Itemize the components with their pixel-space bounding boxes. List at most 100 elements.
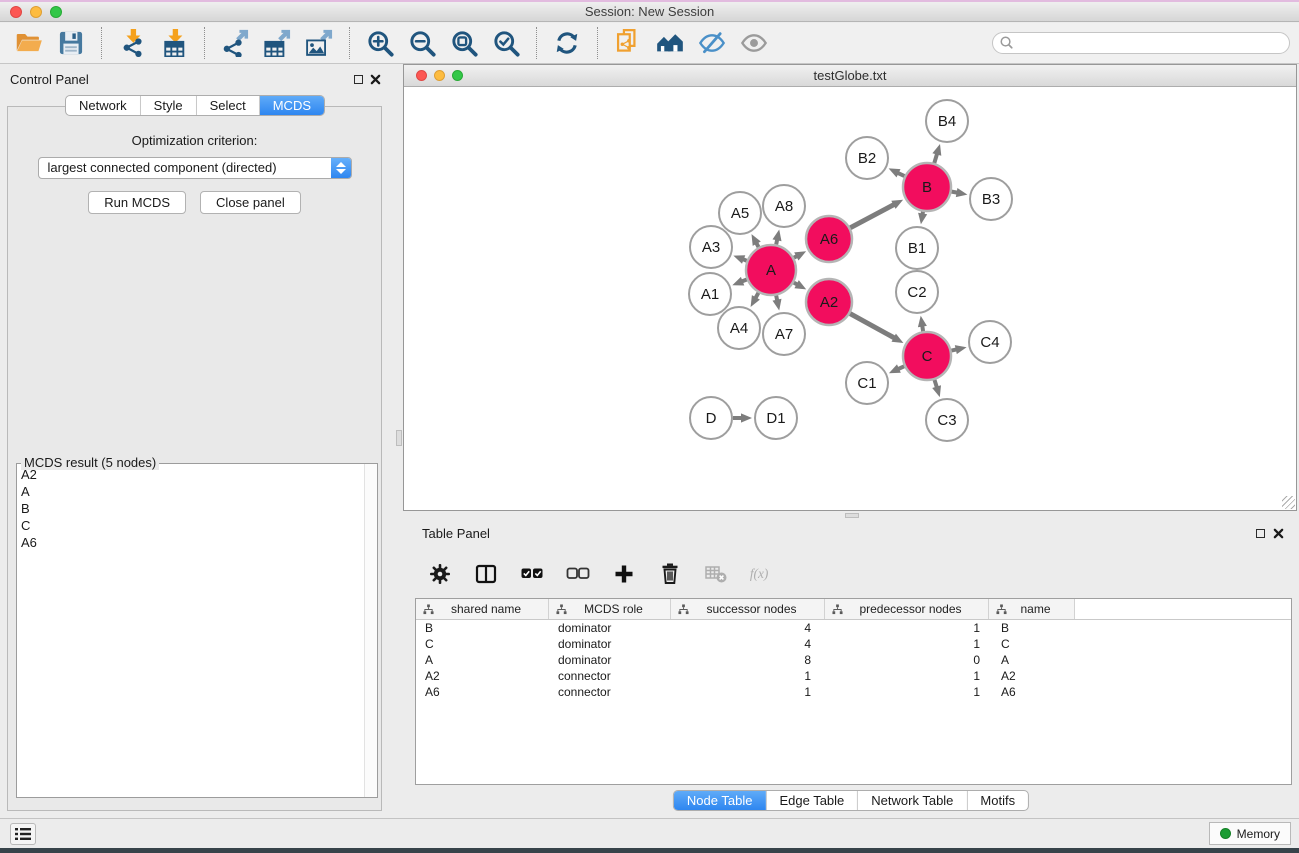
table-cell[interactable]: 4 [671,636,825,652]
graph-edge-D-D1[interactable] [733,413,752,422]
table-cell[interactable]: dominator [549,620,671,636]
search-input[interactable] [992,32,1290,54]
graph-edge-B-B4[interactable] [932,144,941,163]
table-cell[interactable]: 1 [825,636,989,652]
open-session-home-icon[interactable] [655,28,685,58]
export-network-icon[interactable] [220,28,250,58]
table-cell[interactable]: B [416,620,549,636]
graph-node-A4[interactable]: A4 [718,307,760,349]
show-all-icon[interactable] [739,28,769,58]
mcds-result-item[interactable]: C [17,517,363,534]
criterion-dropdown[interactable]: largest connected component (directed) [38,157,352,179]
refresh-layout-icon[interactable] [552,28,582,58]
table-cell[interactable]: dominator [549,636,671,652]
export-image-icon[interactable] [304,28,334,58]
table-options-icon[interactable] [427,562,452,587]
table-row[interactable]: Cdominator41C [416,636,1291,652]
table-cell[interactable]: A2 [416,668,549,684]
graph-edge-A-A6[interactable] [794,251,806,260]
show-column-icon[interactable] [473,562,498,587]
table-cell[interactable]: 8 [671,652,825,668]
graph-node-B2[interactable]: B2 [846,137,888,179]
tab-mcds[interactable]: MCDS [259,96,324,115]
table-row[interactable]: A6connector11A6 [416,684,1291,700]
vertical-divider-grip[interactable] [396,430,402,446]
graph-edge-C-C1[interactable] [889,364,904,373]
table-row[interactable]: Bdominator41B [416,620,1291,636]
graph-edge-A-A7[interactable] [773,296,782,311]
table-tab-motifs[interactable]: Motifs [966,791,1028,810]
delete-column-icon[interactable] [657,562,682,587]
graph-node-A7[interactable]: A7 [763,313,805,355]
mcds-result-item[interactable]: A [17,483,363,500]
hide-selected-icon[interactable] [697,28,727,58]
table-cell[interactable]: B [989,620,1075,636]
mcds-result-scrollbar[interactable] [364,464,377,797]
table-cell[interactable]: connector [549,684,671,700]
table-cell[interactable]: A2 [989,668,1075,684]
export-table-icon[interactable] [262,28,292,58]
control-panel-close-button[interactable] [369,73,381,85]
zoom-selected-icon[interactable] [491,28,521,58]
table-panel-float-button[interactable] [1254,527,1266,539]
graph-node-B1[interactable]: B1 [896,227,938,269]
column-header-mcds-role[interactable]: MCDS role [549,599,671,619]
graph-edge-B-B1[interactable] [918,212,927,225]
close-panel-button[interactable]: Close panel [200,191,301,214]
graph-edge-A-A4[interactable] [751,293,760,307]
table-cell[interactable]: 4 [671,620,825,636]
table-cell[interactable]: C [416,636,549,652]
tab-network[interactable]: Network [66,96,140,115]
import-network-icon[interactable] [117,28,147,58]
graph-edge-A-A3[interactable] [733,255,746,264]
memory-button[interactable]: Memory [1209,822,1291,845]
graph-edge-C-C4[interactable] [951,345,966,354]
open-file-icon[interactable] [14,28,44,58]
save-session-icon[interactable] [56,28,86,58]
graph-node-A[interactable]: A [746,245,796,295]
graph-node-D[interactable]: D [690,397,732,439]
table-cell[interactable]: 1 [671,684,825,700]
table-tab-edge-table[interactable]: Edge Table [765,791,857,810]
graph-node-C3[interactable]: C3 [926,399,968,441]
create-column-icon[interactable] [611,562,636,587]
graph-edge-A2-C[interactable] [850,314,903,343]
table-cell[interactable]: 0 [825,652,989,668]
table-cell[interactable]: 1 [671,668,825,684]
graph-edge-A-A8[interactable] [773,230,782,245]
zoom-out-icon[interactable] [407,28,437,58]
tab-select[interactable]: Select [196,96,259,115]
table-tab-network-table[interactable]: Network Table [857,791,966,810]
run-mcds-button[interactable]: Run MCDS [88,191,186,214]
graph-node-C[interactable]: C [903,332,951,380]
graph-edge-B-B2[interactable] [889,168,905,177]
deselect-all-icon[interactable] [565,562,590,587]
select-all-icon[interactable] [519,562,544,587]
graph-edge-A-A5[interactable] [752,234,761,247]
graph-edge-A-A1[interactable] [732,277,747,286]
dropdown-stepper-icon[interactable] [331,158,351,178]
table-cell[interactable]: 1 [825,620,989,636]
graph-node-B[interactable]: B [903,163,951,211]
graph-node-D1[interactable]: D1 [755,397,797,439]
graph-node-C2[interactable]: C2 [896,271,938,313]
table-cell[interactable]: A6 [416,684,549,700]
graph-node-B4[interactable]: B4 [926,100,968,142]
table-cell[interactable]: 1 [825,684,989,700]
graph-node-A6[interactable]: A6 [806,216,852,262]
column-header-successor-nodes[interactable]: successor nodes [671,599,825,619]
graph-edge-A6-B[interactable] [850,200,903,228]
graph-node-A5[interactable]: A5 [719,192,761,234]
graph-node-B3[interactable]: B3 [970,178,1012,220]
import-table-icon[interactable] [159,28,189,58]
graph-edge-B-B3[interactable] [952,188,968,197]
table-cell[interactable]: C [989,636,1075,652]
column-header-predecessor-nodes[interactable]: predecessor nodes [825,599,989,619]
network-canvas[interactable]: B4B2BB3A8A5A6A3B1AC2A1A2A4A7C4CC1C3DD1 [405,88,1295,509]
task-history-button[interactable] [10,823,36,845]
zoom-in-icon[interactable] [365,28,395,58]
graph-node-A8[interactable]: A8 [763,185,805,227]
graph-node-C4[interactable]: C4 [969,321,1011,363]
table-cell[interactable]: A [416,652,549,668]
column-header-name[interactable]: name [989,599,1075,619]
